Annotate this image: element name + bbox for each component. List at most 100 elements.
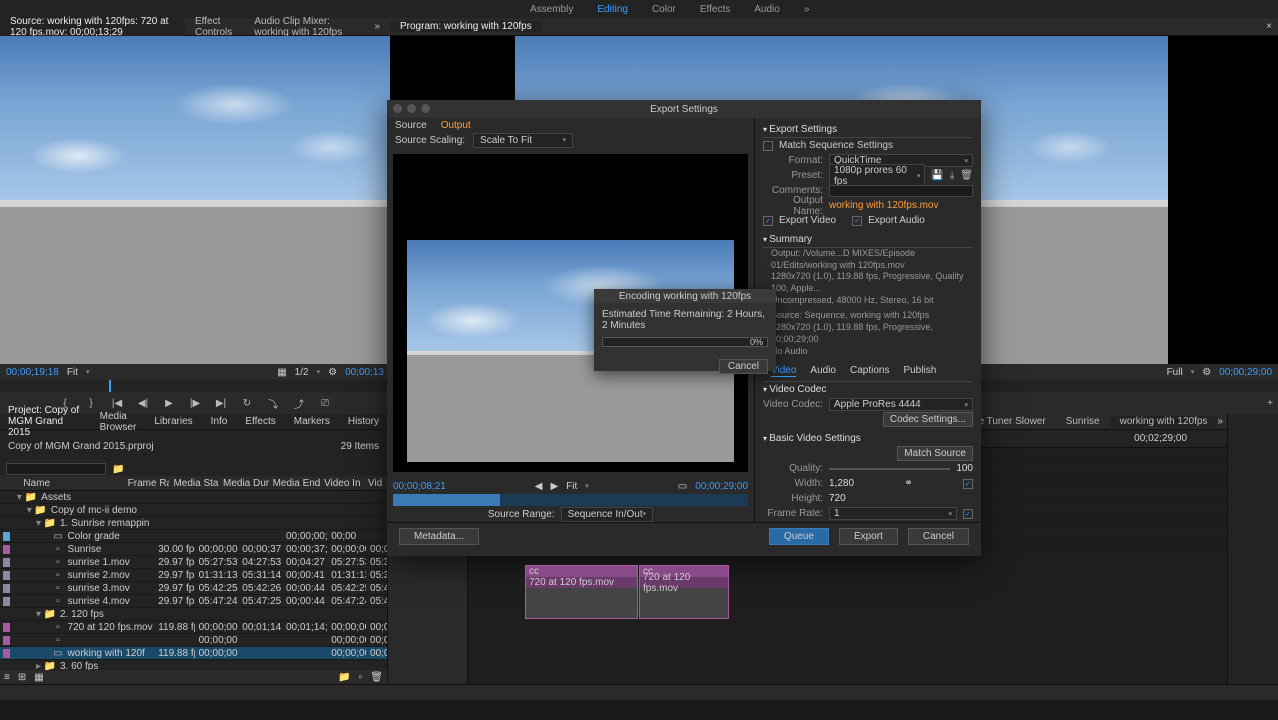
project-item[interactable]: ▾📁Assets <box>0 491 387 504</box>
match-fr-checkbox[interactable] <box>963 509 973 519</box>
tab-more[interactable]: » <box>804 4 810 15</box>
source-res-dropdown[interactable]: 1/2 <box>295 367 309 378</box>
project-item[interactable]: ▫sunrise 1.mov29.97 fps05:27:53:1804:27:… <box>0 556 387 569</box>
info-tab[interactable]: Info <box>211 416 228 427</box>
col-media-start[interactable]: Media Start <box>169 478 219 489</box>
project-item[interactable]: ▫Sunrise30.00 fps00;00;00;0000;00;37;020… <box>0 543 387 556</box>
settings-icon[interactable]: ⚙ <box>328 367 337 378</box>
captions-tab[interactable]: Captions <box>850 365 889 377</box>
source-fit-dropdown[interactable]: Fit <box>67 367 78 378</box>
project-item[interactable]: ▾📁1. Sunrise remapping <box>0 517 387 530</box>
col-name[interactable]: Name <box>19 478 123 489</box>
video-codec-header[interactable]: Video Codec <box>763 382 973 397</box>
col-media-end[interactable]: Media End <box>269 478 320 489</box>
audio-tab[interactable]: Audio <box>810 365 836 377</box>
source-scrubber[interactable] <box>0 380 390 392</box>
metadata-button[interactable]: Metadata... <box>399 528 479 545</box>
project-item[interactable]: ▫sunrise 4.mov29.97 fps05:47:24:2805:47:… <box>0 595 387 608</box>
export-fit-dropdown[interactable]: Fit <box>566 481 577 492</box>
source-scaling-dropdown[interactable]: Scale To Fit▾ <box>473 133 573 148</box>
effect-controls-tab[interactable]: Effect Controls <box>185 16 244 38</box>
import-preset-icon[interactable]: ⤓ <box>950 170 954 181</box>
safe-margins-icon[interactable]: ▦ <box>277 367 286 378</box>
project-item[interactable]: ▫sunrise 2.mov29.97 fps01:31:13:3005:31:… <box>0 569 387 582</box>
width-input[interactable]: 1,280 <box>829 478 854 489</box>
window-controls[interactable] <box>393 104 430 113</box>
program-tab[interactable]: Program: working with 120fps <box>390 21 542 32</box>
loop-button[interactable]: ↻ <box>239 396 255 410</box>
source-tab[interactable]: Source: working with 120fps: 720 at 120 … <box>0 16 185 38</box>
step-fwd-button[interactable]: |▶ <box>187 396 203 410</box>
match-width-checkbox[interactable] <box>963 479 973 489</box>
source-range-dropdown[interactable]: Sequence In/Out▾ <box>561 507 654 522</box>
height-input[interactable]: 720 <box>829 493 846 504</box>
export-settings-header[interactable]: Export Settings <box>763 122 973 138</box>
cancel-button[interactable]: Cancel <box>908 528 969 545</box>
project-item[interactable]: ▾📁Copy of mc-ii demo <box>0 504 387 517</box>
export-scrubber[interactable] <box>393 494 748 506</box>
project-item[interactable]: ▫sunrise 3.mov29.97 fps05:42:25:1805:42:… <box>0 582 387 595</box>
timeline-clip[interactable]: cc720 at 120 fps.mov <box>639 565 729 619</box>
freeform-view-icon[interactable]: ▦ <box>34 672 43 683</box>
new-item-icon[interactable]: ▫ <box>359 672 363 683</box>
publish-tab[interactable]: Publish <box>903 365 936 377</box>
timeline-tab-working[interactable]: working with 120fps <box>1110 416 1218 427</box>
tab-effects[interactable]: Effects <box>700 4 730 15</box>
goto-in-button[interactable]: |◀ <box>109 396 125 410</box>
summary-header[interactable]: Summary <box>763 232 973 248</box>
comments-input[interactable] <box>829 185 973 197</box>
codec-settings-button[interactable]: Codec Settings... <box>883 412 973 427</box>
save-preset-icon[interactable]: 💾 <box>931 170 943 181</box>
source-tc-in[interactable]: 00;00;19;18 <box>6 367 59 378</box>
more-tab[interactable]: » <box>364 21 390 32</box>
settings-icon[interactable]: ⚙ <box>1202 367 1211 378</box>
project-item[interactable]: ▾📁2. 120 fps <box>0 608 387 621</box>
insert-button[interactable]: ⤵ <box>265 396 281 410</box>
play-button[interactable]: ▶ <box>161 396 177 410</box>
trash-icon[interactable]: 🗑 <box>370 672 383 683</box>
mark-out-button[interactable]: } <box>83 396 99 410</box>
quality-value[interactable]: 100 <box>956 463 973 474</box>
history-tab[interactable]: History <box>348 416 379 427</box>
source-tab[interactable]: Source <box>395 120 427 131</box>
step-back-icon[interactable]: ◀ <box>535 481 543 492</box>
add-button[interactable]: + <box>1262 396 1278 410</box>
match-source-button[interactable]: Match Source <box>897 446 973 461</box>
project-item[interactable]: ▫00;00;0000;00;00;0000;0 <box>0 634 387 647</box>
icon-view-icon[interactable]: ⊞ <box>18 672 26 683</box>
audio-clip-mixer-tab[interactable]: Audio Clip Mixer: working with 120fps <box>244 16 364 38</box>
quality-slider[interactable] <box>829 468 950 470</box>
basic-video-header[interactable]: Basic Video Settings <box>763 431 973 446</box>
effects-tab[interactable]: Effects <box>245 416 275 427</box>
output-tab[interactable]: Output <box>441 120 471 131</box>
export-video-checkbox[interactable] <box>763 216 773 226</box>
markers-tab[interactable]: Markers <box>294 416 330 427</box>
overwrite-button[interactable]: ⤴ <box>291 396 307 410</box>
match-sequence-checkbox[interactable] <box>763 141 773 151</box>
tab-color[interactable]: Color <box>652 4 676 15</box>
libraries-tab[interactable]: Libraries <box>154 416 192 427</box>
close-icon[interactable]: × <box>1266 21 1272 32</box>
tab-assembly[interactable]: Assembly <box>530 4 573 15</box>
project-item[interactable]: ▫720 at 120 fps.mov119.88 fps00;00;00;00… <box>0 621 387 634</box>
step-fwd-icon[interactable]: ▶ <box>550 481 558 492</box>
project-item[interactable]: ▸📁3. 60 fps <box>0 660 387 670</box>
project-search-input[interactable] <box>6 463 106 475</box>
export-frame-button[interactable]: ⎚ <box>317 396 333 410</box>
framerate-dropdown[interactable]: 1▾ <box>829 507 957 520</box>
col-framerate[interactable]: Frame Rate <box>124 478 170 489</box>
list-view-icon[interactable]: ≡ <box>4 672 10 683</box>
overflow-icon[interactable]: » <box>1217 416 1223 427</box>
source-viewport[interactable] <box>0 36 390 364</box>
timeline-tab-sunrise[interactable]: Sunrise <box>1056 416 1110 427</box>
video-codec-dropdown[interactable]: Apple ProRes 4444▾ <box>829 398 973 411</box>
col-video-in[interactable]: Video In Point <box>320 478 364 489</box>
step-back-button[interactable]: ◀| <box>135 396 151 410</box>
project-item[interactable]: ▭working with 120f119.88 fps00;00;00;000… <box>0 647 387 660</box>
export-audio-checkbox[interactable] <box>852 216 862 226</box>
aspect-icon[interactable]: ▭ <box>678 481 687 492</box>
output-name-link[interactable]: working with 120fps.mov <box>829 200 939 211</box>
export-button[interactable]: Export <box>839 528 898 545</box>
encoding-cancel-button[interactable]: Cancel <box>719 359 768 374</box>
tab-audio[interactable]: Audio <box>754 4 780 15</box>
